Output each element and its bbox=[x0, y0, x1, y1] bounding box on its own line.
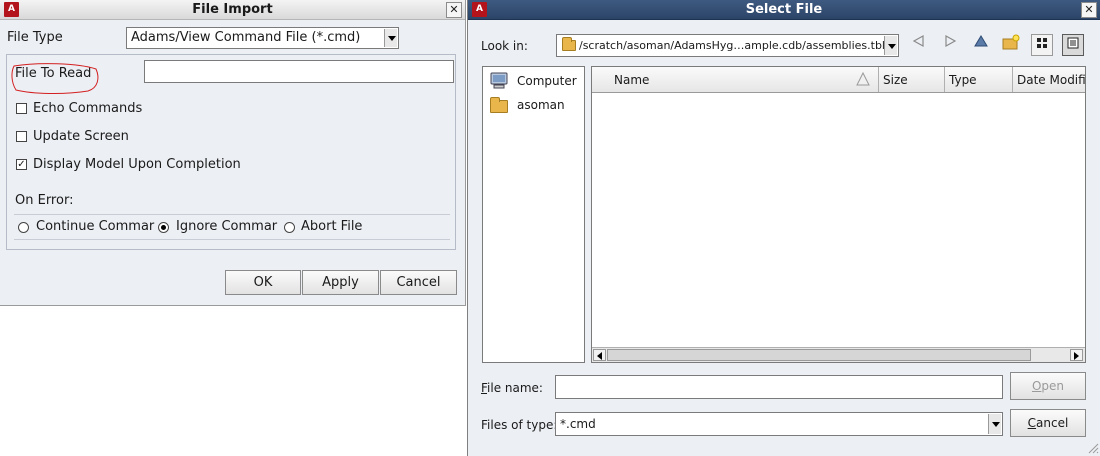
file-import-titlebar[interactable]: A File Import ✕ bbox=[0, 0, 465, 20]
chevron-down-icon[interactable] bbox=[884, 36, 897, 55]
open-button[interactable]: Open bbox=[1010, 372, 1086, 400]
file-import-close-icon[interactable]: ✕ bbox=[446, 2, 462, 18]
chevron-down-icon[interactable] bbox=[384, 29, 397, 47]
column-date-modified-label: Date Modifie bbox=[1017, 73, 1085, 87]
places-panel: Computer asoman bbox=[482, 66, 585, 363]
select-file-cancel-button[interactable]: Cancel bbox=[1010, 409, 1086, 437]
column-size[interactable]: Size bbox=[879, 67, 945, 92]
update-screen-checkbox[interactable] bbox=[16, 131, 27, 142]
look-in-path: /scratch/asoman/AdamsHyg…ample.cdb/assem… bbox=[579, 39, 885, 52]
file-type-value: Adams/View Command File (*.cmd) bbox=[131, 30, 361, 45]
select-file-dialog: A Select File ✕ Look in: /scratch/asoman… bbox=[467, 0, 1100, 456]
horizontal-scrollbar[interactable] bbox=[592, 347, 1085, 362]
places-asoman-label: asoman bbox=[517, 98, 565, 112]
adams-app-icon: A bbox=[4, 2, 19, 17]
file-name-input[interactable] bbox=[555, 375, 1003, 399]
places-item-computer[interactable]: Computer bbox=[487, 71, 581, 91]
select-file-titlebar[interactable]: A Select File ✕ bbox=[468, 0, 1100, 20]
look-in-select[interactable]: /scratch/asoman/AdamsHyg…ample.cdb/assem… bbox=[556, 34, 899, 57]
cancel-button[interactable]: Cancel bbox=[380, 270, 457, 295]
on-error-label: On Error: bbox=[15, 193, 74, 208]
file-import-dialog: A File Import ✕ File Type Adams/View Com… bbox=[0, 0, 466, 306]
files-of-type-value: *.cmd bbox=[560, 417, 596, 431]
scroll-thumb[interactable] bbox=[607, 349, 1031, 361]
echo-commands-label: Echo Commands bbox=[33, 101, 143, 116]
continue-commands-radio[interactable] bbox=[18, 222, 29, 233]
places-computer-label: Computer bbox=[517, 74, 577, 88]
sort-ascending-icon bbox=[856, 72, 870, 86]
file-list[interactable]: Name Size Type Date Modifie bbox=[591, 66, 1086, 363]
update-screen-label: Update Screen bbox=[33, 129, 129, 144]
abort-file-label: Abort File bbox=[301, 219, 363, 234]
apply-button[interactable]: Apply bbox=[302, 270, 379, 295]
look-in-label: Look in: bbox=[481, 39, 528, 53]
scroll-left-icon[interactable] bbox=[593, 349, 606, 361]
places-item-asoman[interactable]: asoman bbox=[487, 95, 581, 115]
computer-icon bbox=[490, 72, 508, 89]
folder-icon bbox=[562, 37, 576, 51]
files-of-type-select[interactable]: *.cmd bbox=[555, 412, 1003, 436]
folder-icon bbox=[490, 97, 508, 113]
display-model-checkbox[interactable]: ✓ bbox=[16, 159, 27, 170]
adams-app-icon: A bbox=[472, 2, 487, 17]
echo-commands-checkbox[interactable] bbox=[16, 103, 27, 114]
file-import-title: File Import bbox=[192, 2, 273, 17]
column-size-label: Size bbox=[883, 73, 908, 87]
file-list-header: Name Size Type Date Modifie bbox=[592, 67, 1085, 93]
column-type-label: Type bbox=[949, 73, 977, 87]
select-file-close-icon[interactable]: ✕ bbox=[1081, 2, 1097, 18]
chevron-down-icon[interactable] bbox=[988, 414, 1001, 434]
file-name-label: File name: bbox=[481, 381, 543, 395]
ok-button[interactable]: OK bbox=[225, 270, 301, 295]
red-annotation-circle bbox=[11, 63, 99, 95]
continue-commands-label: Continue Commar bbox=[36, 219, 155, 234]
ignore-commands-radio[interactable] bbox=[158, 222, 169, 233]
icon-view-icon[interactable] bbox=[1031, 34, 1053, 56]
file-type-select[interactable]: Adams/View Command File (*.cmd) bbox=[126, 27, 399, 49]
ignore-commands-label: Ignore Commar bbox=[176, 219, 278, 234]
new-folder-icon[interactable] bbox=[1000, 34, 1022, 56]
forward-arrow-icon[interactable] bbox=[940, 34, 962, 56]
detail-view-icon[interactable] bbox=[1062, 34, 1084, 56]
file-type-label: File Type bbox=[7, 30, 63, 45]
column-type[interactable]: Type bbox=[945, 67, 1013, 92]
column-name-label: Name bbox=[614, 73, 650, 87]
abort-file-radio[interactable] bbox=[284, 222, 295, 233]
scroll-right-icon[interactable] bbox=[1070, 349, 1083, 361]
select-file-title: Select File bbox=[745, 2, 823, 17]
files-of-type-label: Files of type: bbox=[481, 418, 558, 432]
display-model-label: Display Model Upon Completion bbox=[33, 157, 241, 172]
file-to-read-input[interactable] bbox=[144, 60, 454, 83]
column-name[interactable]: Name bbox=[592, 67, 879, 92]
column-date-modified[interactable]: Date Modifie bbox=[1013, 67, 1085, 92]
back-arrow-icon[interactable] bbox=[907, 34, 929, 56]
up-folder-icon[interactable] bbox=[970, 34, 992, 56]
resize-grip-icon[interactable] bbox=[1087, 442, 1099, 454]
